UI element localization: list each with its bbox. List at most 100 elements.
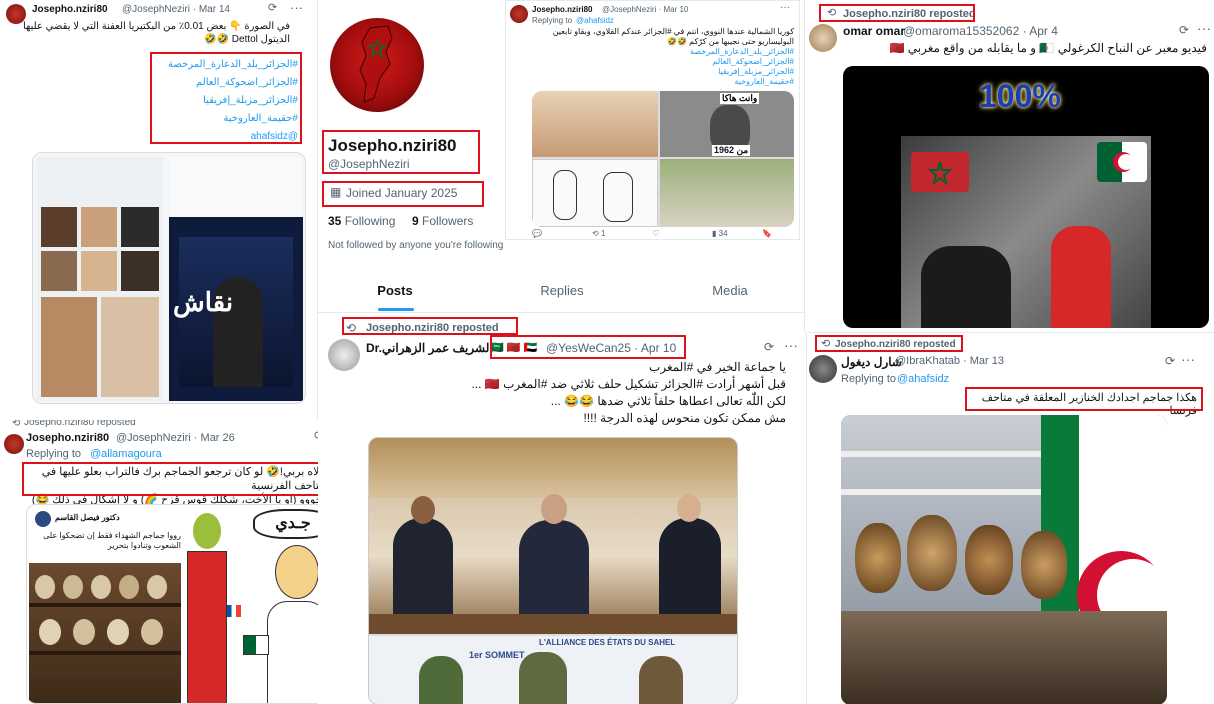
hashtag[interactable]: #الجزائر_مزبلة_إفريقيا [152,92,298,110]
banner-text: L'ALLIANCE DES ÉTATS DU SAHEL [539,638,676,647]
more-options-icon[interactable]: ··· [1197,21,1211,35]
not-followed-text: Not followed by anyone you're following [328,240,504,251]
post-author-handle-date[interactable]: @IbraKhatab · Mar 13 [895,355,1004,367]
tab-active-indicator [378,308,414,311]
post-image[interactable]: L'ALLIANCE DES ÉTATS DU SAHEL 1er SOMMET [368,437,738,704]
mention-link[interactable]: @ahafsidz [152,128,298,146]
algeria-flag [1097,142,1147,182]
post-author-name[interactable]: شارل ديغول [841,355,902,369]
hashtag[interactable]: #الجزائر_مزبلة_إفريقيا [666,67,794,77]
post-text: هكذا جماجم اجدادك الخنازير المعلقة في مت… [981,392,1197,417]
bookmark-icon[interactable]: 🔖 [762,229,772,238]
post-author-name[interactable]: Josepho.nziri80 [532,5,592,14]
cartoon-panel: جـدي [183,505,337,703]
post-text: فيديو معبر عن النباح الكرغولي 🇩🇿 و ما يق… [889,41,1207,55]
hashtag[interactable]: #حقيمة_العاروخية [666,77,794,87]
post-author-name[interactable]: Josepho.nziri80 [32,4,108,15]
post-text-line: لكن اللّٰه تعالى اعطاها حلفاً ثلاثي ضدها… [550,394,786,408]
post-image[interactable]: دكتور فيصل القاسم رووا جماجم الشهداء فقط… [26,504,338,704]
image-caption: نقاش [173,287,234,317]
reposted-label[interactable]: Josepho.nziri80 reposted [835,339,956,350]
post-author-name[interactable]: Dr.الشريف عمر الزهراني [366,341,493,355]
more-options-icon[interactable]: ··· [290,1,303,14]
following-label: Following [344,214,396,228]
post-text: كوريا الشمالية عندها النووي، انتم في #ال… [552,27,794,46]
replying-to-link[interactable]: @allamagoura [90,448,162,460]
hashtag-list[interactable]: #الجزائر_بلد_الدعارة_المرخصة #الجزائر_اض… [152,56,298,146]
reply-icon[interactable]: 💬 [532,229,542,238]
retweet-icon[interactable]: ⟲ 1 [592,229,605,238]
post-image[interactable]: نقاش [32,152,306,404]
post-text-line: يا جماعة الخير في #المغرب [649,360,786,374]
post-author-name[interactable]: omar omar [843,24,905,38]
followers-label: Followers [422,214,474,228]
post-image[interactable]: وانت هاكا من 1962 [532,91,794,227]
like-icon[interactable]: ♡ [652,229,659,238]
followers-link[interactable]: 9 Followers [412,214,473,228]
retweet-icon: ⟲ [827,7,837,19]
quoted-author-name: دكتور فيصل القاسم [55,513,120,522]
post-actions: 💬 ⟲ 1 ♡ ▮ 34 🔖 [532,229,792,239]
grok-icon[interactable]: ⟳ [1179,24,1189,36]
reposted-label[interactable]: Josepho.nziri80 reposted [366,322,499,334]
post-author-handle-date[interactable]: @YesWeCan25 · Apr 10 [546,341,676,355]
retweet-icon: ⟲ [346,321,357,335]
author-flags: 🇸🇦 🇲🇦 🇦🇪 [490,342,538,354]
profile-display-name: Josepho.nziri80 [328,136,457,155]
avatar[interactable] [328,339,360,371]
map-icon [359,25,393,103]
more-options-icon[interactable]: ··· [780,3,790,13]
calendar-icon: ▦ [330,185,342,199]
replying-to-link[interactable]: @ahafsidz [576,16,614,25]
avatar[interactable] [4,434,24,454]
retweet-icon: ⟲ [12,420,21,429]
tab-replies[interactable]: Replies [522,283,602,298]
video-overlay-text: 100% [979,78,1061,114]
tab-media[interactable]: Media [690,283,770,298]
hashtag[interactable]: #حقيمة_العاروخية [152,110,298,128]
more-options-icon[interactable]: ··· [784,338,798,352]
grok-icon[interactable]: ⟳ [1165,355,1175,367]
post-card-center-bottom: ⟲ Josepho.nziri80 reposted Dr.الشريف عمر… [318,312,804,704]
post-author-handle-date[interactable]: @omaroma15352062 · Apr 4 [903,24,1058,38]
hashtag[interactable]: #الجزائر_اضحوكة_العالم [152,74,298,92]
hashtag[interactable]: #الجزائر_بلد_الدعارة_المرخصة [152,56,298,74]
followers-count: 9 [412,214,419,228]
video-frame [901,136,1151,328]
following-link[interactable]: 35 Following [328,214,395,228]
meeting-photo [369,438,737,634]
joined-date: Joined January 2025 [346,186,458,200]
tab-posts[interactable]: Posts [358,283,432,298]
views-icon[interactable]: ▮ 34 [712,229,728,238]
morocco-flag [911,152,969,192]
post-author-handle-date[interactable]: @JosephNeziri · Mar 10 [602,5,688,14]
avatar[interactable] [510,5,528,23]
skull-shelf-image [29,563,181,703]
post-card-center-top: Josepho.nziri80 @JosephNeziri · Mar 10 ·… [505,0,800,240]
hashtag[interactable]: #الجزائر_اضحوكة_العالم [666,57,794,67]
post-video[interactable]: 100% [843,66,1209,328]
post-author-handle-date[interactable]: @JosephNeziri · Mar 26 [116,432,235,444]
replying-label: Replying to [532,16,573,25]
grok-icon[interactable]: ⟳ [764,341,774,353]
more-options-icon[interactable]: ··· [1181,352,1195,366]
post-text-line: قبل أشهر أرادت #الجزائر تشكيل حلف ثلاثي … [471,377,786,391]
hashtag-list[interactable]: #الجزائر_بلد_الدعارة_المرخصة #الجزائر_اض… [666,47,794,87]
post-card-right-top: ⟲ Josepho.nziri80 reposted omar omar @om… [804,0,1214,332]
post-text-line: مش ممكن تكون منحوس لهذه الدرجة !!!! [583,411,786,425]
reposted-label[interactable]: Josepho.nziri80 reposted [24,420,136,428]
avatar[interactable] [809,24,837,52]
replying-to-link[interactable]: @ahafsidz [897,373,949,385]
grok-icon[interactable]: ⟳ [268,3,277,14]
avatar[interactable] [809,355,837,383]
profile-avatar[interactable] [330,18,424,112]
post-author-handle-date[interactable]: @JosephNeziri · Mar 14 [122,4,230,15]
post-author-name[interactable]: Josepho.nziri80 [26,432,109,444]
replying-label: Replying to [26,448,82,460]
hashtag[interactable]: #الجزائر_بلد_الدعارة_المرخصة [666,47,794,57]
post-image[interactable] [841,415,1167,704]
profile-handle: @JosephNeziri [328,157,410,171]
reposted-label[interactable]: Josepho.nziri80 reposted [843,8,976,20]
cartoon-text: جـدي [275,515,311,532]
replying-label: Replying to [841,373,897,385]
